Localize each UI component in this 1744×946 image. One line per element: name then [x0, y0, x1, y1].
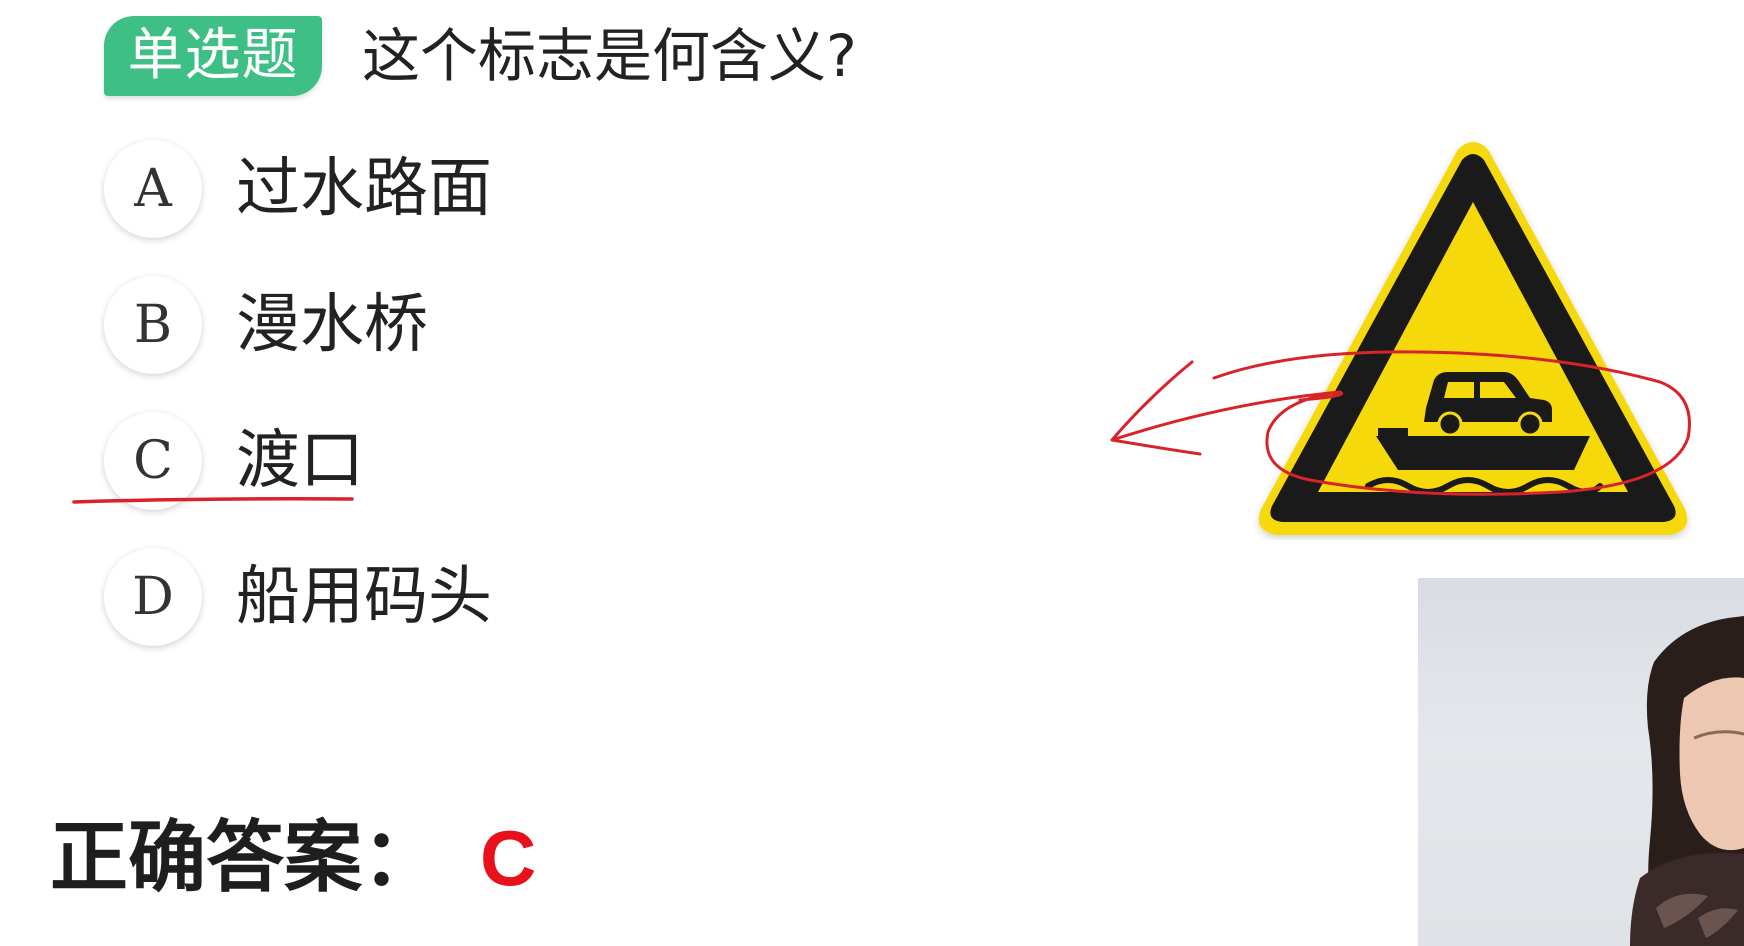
- correct-answer-value: C: [480, 814, 537, 902]
- option-d[interactable]: D 船用码头: [104, 548, 804, 646]
- question-type-tag: 单选题: [104, 16, 322, 96]
- option-c[interactable]: C 渡口: [104, 412, 804, 510]
- presenter-video: [1418, 578, 1744, 946]
- annotation-arrowhead: [1110, 360, 1194, 442]
- option-a[interactable]: A 过水路面: [104, 140, 804, 238]
- option-c-letter: C: [104, 412, 202, 510]
- option-b[interactable]: B 漫水桥: [104, 276, 804, 374]
- correct-answer-label: 正确答案：: [50, 813, 441, 903]
- option-d-letter: D: [104, 548, 202, 646]
- option-a-text: 过水路面: [236, 152, 492, 226]
- option-d-text: 船用码头: [236, 560, 492, 634]
- option-c-text: 渡口: [236, 424, 364, 498]
- option-b-text: 漫水桥: [236, 288, 428, 362]
- quiz-screen: 单选题 这个标志是何含义? A 过水路面 B 漫水桥 C 渡口 D 船用码头 正…: [0, 0, 1744, 946]
- ferry-warning-sign-icon: [1248, 140, 1698, 540]
- option-a-letter: A: [104, 140, 202, 238]
- question-text: 这个标志是何含义?: [362, 22, 857, 90]
- option-b-letter: B: [104, 276, 202, 374]
